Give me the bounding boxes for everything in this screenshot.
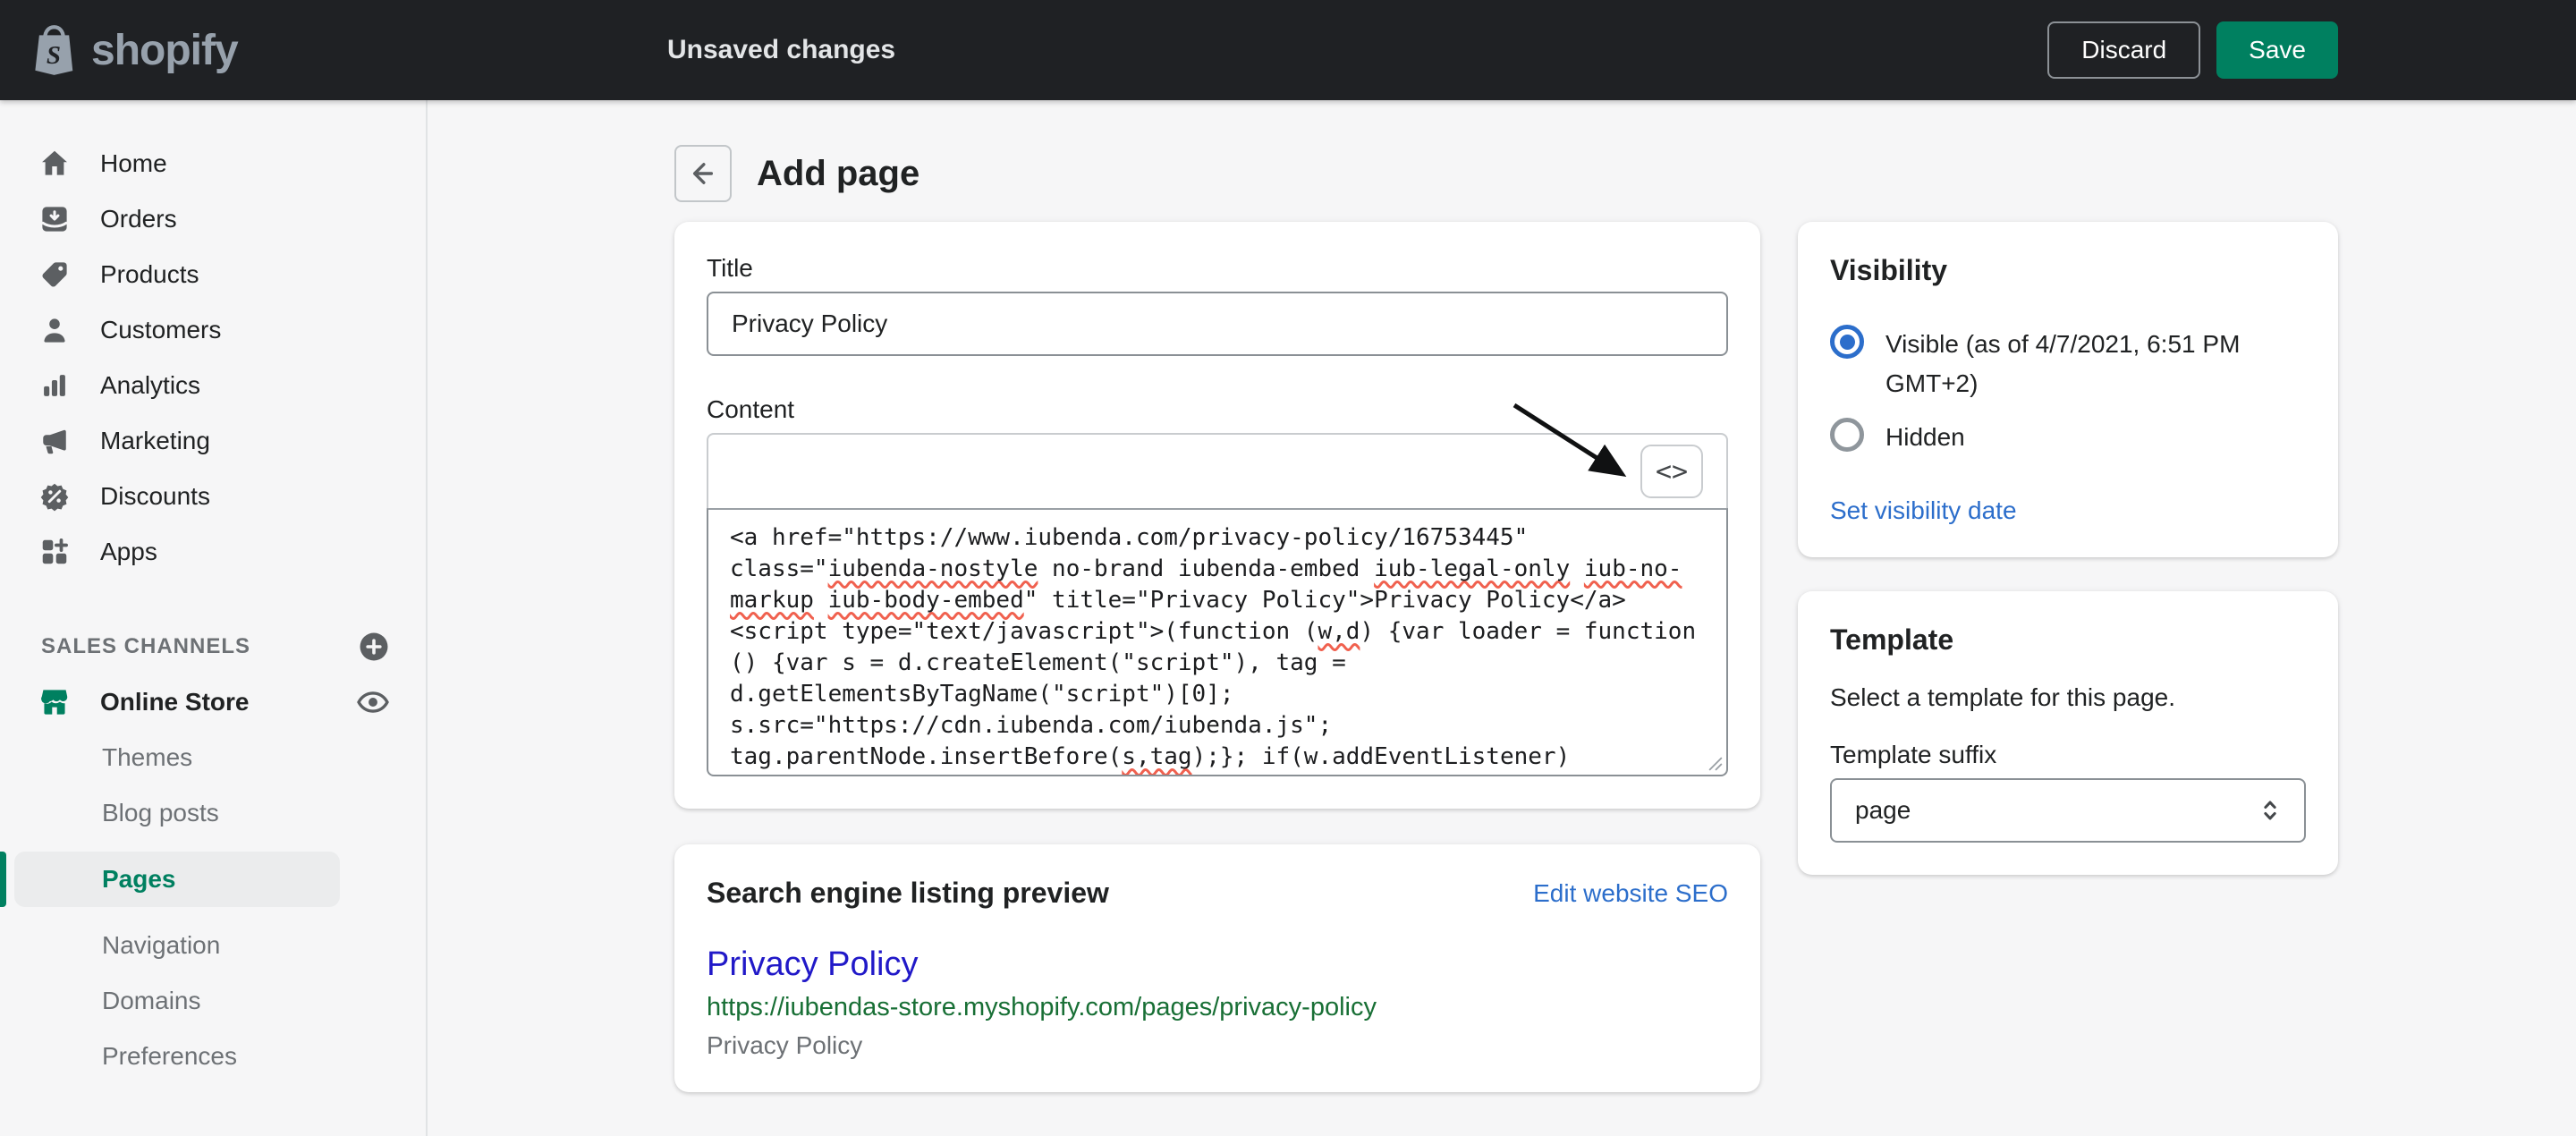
- template-suffix-value: page: [1855, 796, 1911, 825]
- apps-icon: [39, 537, 70, 567]
- sidebar-item-navigation[interactable]: Navigation: [0, 918, 426, 973]
- seo-card-heading: Search engine listing preview: [707, 877, 1109, 910]
- sidebar-item-discounts[interactable]: Discounts: [0, 469, 426, 524]
- home-icon: [39, 148, 70, 179]
- sidebar-item-label: Analytics: [100, 371, 200, 400]
- select-arrows-icon: [2256, 796, 2284, 825]
- sidebar-item-label: Discounts: [100, 482, 210, 511]
- title-input[interactable]: [707, 292, 1728, 356]
- sidebar-item-label: Marketing: [100, 427, 210, 455]
- template-suffix-label: Template suffix: [1830, 741, 2306, 769]
- visible-option-label: Visible (as of 4/7/2021, 6:51 PM GMT+2): [1885, 325, 2306, 403]
- sidebar-item-home[interactable]: Home: [0, 136, 426, 191]
- orders-icon: [39, 204, 70, 234]
- discount-badge-icon: [39, 481, 70, 512]
- sidebar-item-products[interactable]: Products: [0, 247, 426, 302]
- sidebar-item-label: Pages: [0, 865, 176, 894]
- sidebar-item-label: Online Store: [100, 688, 326, 716]
- content-field-label: Content: [707, 395, 1728, 424]
- seo-preview-card: Search engine listing preview Edit websi…: [674, 844, 1760, 1092]
- edit-website-seo-link[interactable]: Edit website SEO: [1533, 879, 1728, 908]
- back-arrow-icon: [688, 158, 718, 189]
- bar-chart-icon: [39, 370, 70, 401]
- preview-store-button[interactable]: [356, 685, 390, 719]
- shopify-logo[interactable]: S shopify: [0, 24, 428, 76]
- shopify-wordmark: shopify: [91, 26, 238, 75]
- resize-handle-icon[interactable]: [1708, 757, 1723, 771]
- page-details-card: Title Content <> <a href="https://www.iu…: [674, 222, 1760, 809]
- sidebar-item-label: Orders: [100, 205, 177, 233]
- eye-icon: [356, 685, 390, 719]
- back-button[interactable]: [674, 145, 732, 202]
- storefront-icon: [39, 687, 70, 717]
- sidebar-item-apps[interactable]: Apps: [0, 524, 426, 580]
- show-html-button[interactable]: <>: [1640, 445, 1703, 498]
- template-heading: Template: [1830, 623, 2306, 657]
- content-code-area[interactable]: <a href="https://www.iubenda.com/privacy…: [707, 508, 1728, 776]
- seo-preview-title[interactable]: Privacy Policy: [707, 945, 1728, 984]
- template-suffix-select[interactable]: page: [1830, 778, 2306, 843]
- sidebar-item-label: Domains: [102, 987, 200, 1015]
- sidebar-item-domains[interactable]: Domains: [0, 973, 426, 1029]
- sidebar-item-label: Blog posts: [102, 799, 219, 827]
- sidebar-item-label: Apps: [100, 538, 157, 566]
- unsaved-changes-status: Unsaved changes: [667, 35, 895, 65]
- sidebar-item-label: Customers: [100, 316, 221, 344]
- sidebar-item-label: Themes: [102, 743, 192, 772]
- radio-unselected-icon[interactable]: [1830, 418, 1864, 452]
- page-title: Add page: [757, 154, 919, 194]
- sidebar-item-label: Preferences: [102, 1042, 237, 1071]
- main-content: Add page Title Content <> <a href="https…: [429, 100, 2576, 1136]
- set-visibility-date-link[interactable]: Set visibility date: [1830, 496, 2017, 525]
- sidebar-item-blog-posts[interactable]: Blog posts: [0, 785, 426, 841]
- sidebar-nav: Home Orders Products Customers Analytics: [0, 100, 428, 1136]
- discard-button[interactable]: Discard: [2047, 21, 2200, 79]
- template-description: Select a template for this page.: [1830, 683, 2306, 712]
- add-sales-channel-button[interactable]: [358, 631, 390, 663]
- content-code-text[interactable]: <a href="https://www.iubenda.com/privacy…: [708, 510, 1726, 775]
- visibility-visible-option[interactable]: Visible (as of 4/7/2021, 6:51 PM GMT+2): [1830, 325, 2306, 403]
- person-icon: [39, 315, 70, 345]
- svg-text:S: S: [47, 41, 61, 70]
- visibility-heading: Visibility: [1830, 254, 2306, 287]
- template-card: Template Select a template for this page…: [1798, 591, 2338, 875]
- top-bar: S shopify Unsaved changes Discard Save: [0, 0, 2576, 100]
- sidebar-item-label: Navigation: [102, 931, 220, 960]
- hidden-option-label: Hidden: [1885, 418, 1965, 457]
- visibility-hidden-option[interactable]: Hidden: [1830, 418, 2306, 457]
- sidebar-item-themes[interactable]: Themes: [0, 730, 426, 785]
- seo-preview-description: Privacy Policy: [707, 1031, 1728, 1060]
- sidebar-item-label: Products: [100, 260, 199, 289]
- sales-channels-heading: SALES CHANNELS: [41, 634, 358, 659]
- shopify-bag-icon: S: [30, 24, 77, 76]
- save-button[interactable]: Save: [2216, 21, 2338, 79]
- visibility-card: Visibility Visible (as of 4/7/2021, 6:51…: [1798, 222, 2338, 557]
- megaphone-icon: [39, 426, 70, 456]
- sidebar-item-preferences[interactable]: Preferences: [0, 1029, 426, 1084]
- sidebar-item-label: Home: [100, 149, 167, 178]
- seo-preview-url: https://iubendas-store.myshopify.com/pag…: [707, 993, 1728, 1022]
- sidebar-item-online-store[interactable]: Online Store: [0, 674, 426, 730]
- tag-icon: [39, 259, 70, 290]
- content-editor: <> <a href="https://www.iubenda.com/priv…: [707, 433, 1728, 776]
- sidebar-item-analytics[interactable]: Analytics: [0, 358, 426, 413]
- sidebar-item-marketing[interactable]: Marketing: [0, 413, 426, 469]
- title-field-label: Title: [707, 254, 1728, 283]
- sidebar-item-pages[interactable]: Pages: [0, 852, 426, 907]
- editor-toolbar: <>: [707, 433, 1728, 510]
- radio-selected-icon[interactable]: [1830, 325, 1864, 359]
- sidebar-item-customers[interactable]: Customers: [0, 302, 426, 358]
- sidebar-item-orders[interactable]: Orders: [0, 191, 426, 247]
- plus-circle-icon: [358, 631, 390, 663]
